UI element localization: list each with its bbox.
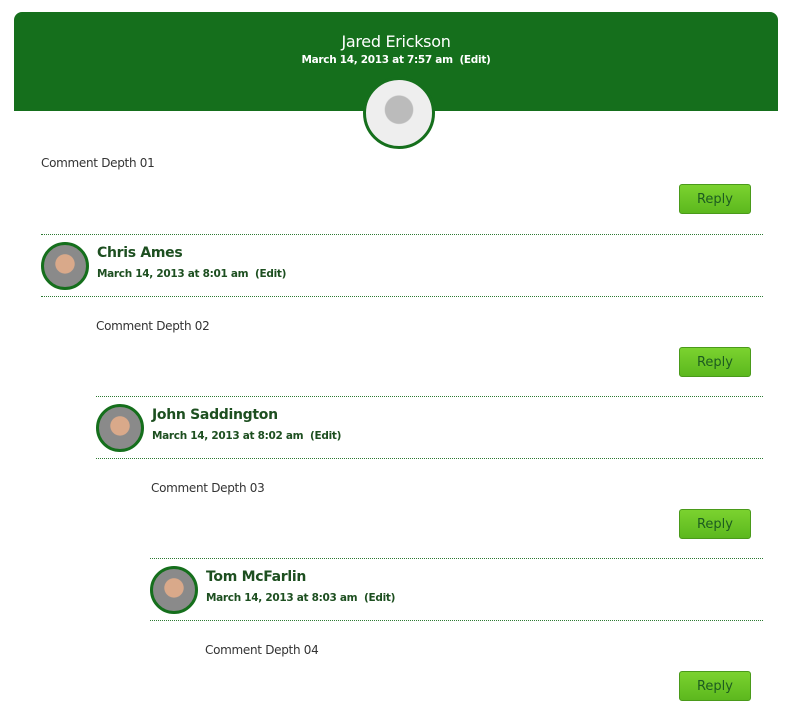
comment-date: March 14, 2013 at 8:02 am (Edit) xyxy=(152,430,341,442)
comment-text: Comment Depth 01 xyxy=(41,156,155,170)
comment-date: March 14, 2013 at 8:03 am (Edit) xyxy=(206,592,395,604)
date-link[interactable]: March 14, 2013 at 8:03 am xyxy=(206,592,358,604)
avatar xyxy=(41,242,89,290)
author-name[interactable]: Chris Ames xyxy=(97,245,183,261)
edit-link[interactable]: (Edit) xyxy=(310,430,341,442)
reply-button[interactable]: Reply xyxy=(679,671,751,701)
reply-button[interactable]: Reply xyxy=(679,509,751,539)
edit-link[interactable]: (Edit) xyxy=(364,592,395,604)
comment-text: Comment Depth 04 xyxy=(205,643,319,657)
reply-button[interactable]: Reply xyxy=(679,184,751,214)
divider xyxy=(96,396,763,397)
divider xyxy=(96,458,763,459)
avatar xyxy=(96,404,144,452)
comment-text: Comment Depth 03 xyxy=(151,481,265,495)
divider xyxy=(41,234,763,235)
edit-link[interactable]: (Edit) xyxy=(255,268,286,280)
author-name[interactable]: John Saddington xyxy=(152,407,278,423)
comment-text: Comment Depth 02 xyxy=(96,319,210,333)
divider xyxy=(150,558,763,559)
date-link[interactable]: March 14, 2013 at 8:02 am xyxy=(152,430,304,442)
date-link[interactable]: March 14, 2013 at 7:57 am xyxy=(301,54,453,66)
date-link[interactable]: March 14, 2013 at 8:01 am xyxy=(97,268,249,280)
comment-date: March 14, 2013 at 7:57 am (Edit) xyxy=(14,54,778,66)
author-name[interactable]: Jared Erickson xyxy=(14,32,778,51)
divider xyxy=(150,620,763,621)
divider xyxy=(41,296,763,297)
edit-link[interactable]: (Edit) xyxy=(459,54,490,66)
comment-date: March 14, 2013 at 8:01 am (Edit) xyxy=(97,268,286,280)
reply-button[interactable]: Reply xyxy=(679,347,751,377)
avatar xyxy=(150,566,198,614)
avatar xyxy=(363,77,435,149)
author-name[interactable]: Tom McFarlin xyxy=(206,569,306,585)
